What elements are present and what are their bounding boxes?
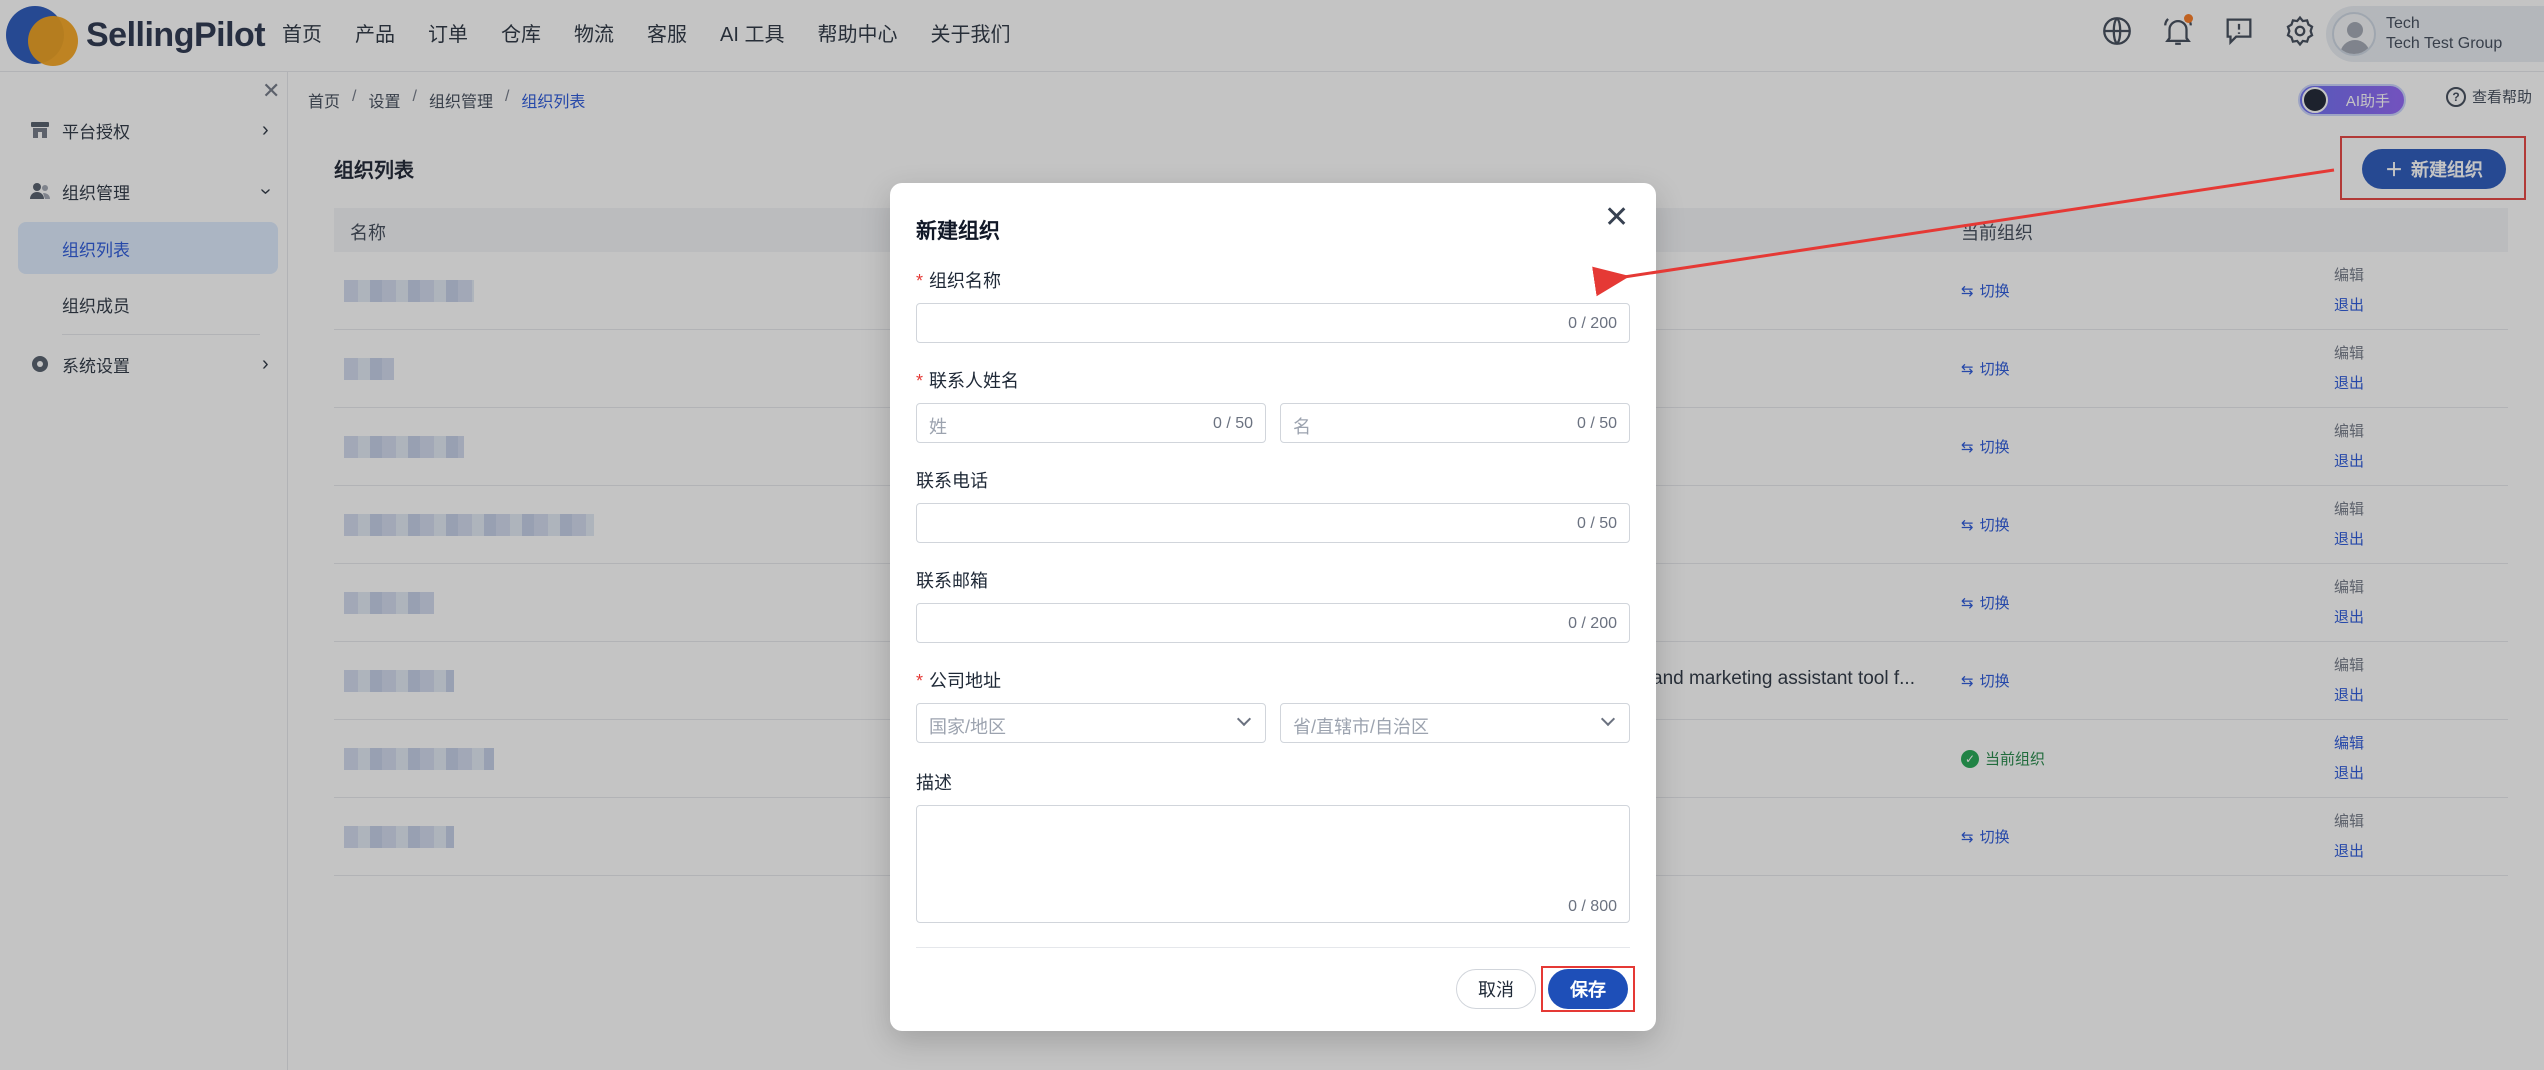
email-input[interactable]: 0 / 200	[916, 603, 1630, 643]
save-annotation-box	[1541, 966, 1635, 1012]
contact-name-label: * 联系人姓名	[916, 371, 1020, 391]
description-label: 描述	[916, 773, 952, 793]
dialog-divider	[916, 947, 1630, 948]
placeholder: 姓	[929, 417, 947, 437]
province-select[interactable]: 省/直辖市/自治区	[1280, 703, 1630, 743]
email-label: 联系邮箱	[916, 571, 988, 591]
char-counter: 0 / 50	[1212, 415, 1253, 432]
org-name-label: * 组织名称	[916, 271, 1002, 291]
char-counter: 0 / 800	[1568, 898, 1617, 915]
address-label: * 公司地址	[916, 671, 1002, 691]
chevron-down-icon	[1236, 711, 1252, 727]
phone-label: 联系电话	[916, 471, 988, 491]
char-counter: 0 / 50	[1576, 515, 1617, 532]
char-counter: 0 / 200	[1568, 615, 1617, 632]
first-name-input[interactable]: 名 0 / 50	[1280, 403, 1630, 443]
cancel-button[interactable]: 取消	[1456, 969, 1536, 1009]
placeholder: 国家/地区	[929, 717, 1007, 737]
dialog-title: 新建组织	[916, 220, 1000, 243]
org-name-input[interactable]: 0 / 200	[916, 303, 1630, 343]
char-counter: 0 / 200	[1568, 315, 1617, 332]
close-icon[interactable]: ✕	[1604, 203, 1629, 233]
placeholder: 省/直辖市/自治区	[1293, 717, 1430, 737]
phone-input[interactable]: 0 / 50	[916, 503, 1630, 543]
description-textarea[interactable]: 0 / 800	[916, 805, 1630, 923]
country-select[interactable]: 国家/地区	[916, 703, 1266, 743]
placeholder: 名	[1293, 417, 1311, 437]
chevron-down-icon	[1600, 711, 1616, 727]
new-org-dialog: 新建组织 ✕ * 组织名称 0 / 200 * 联系人姓名 姓 0 / 50 名 0…	[890, 183, 1656, 1031]
last-name-input[interactable]: 姓 0 / 50	[916, 403, 1266, 443]
char-counter: 0 / 50	[1576, 415, 1617, 432]
